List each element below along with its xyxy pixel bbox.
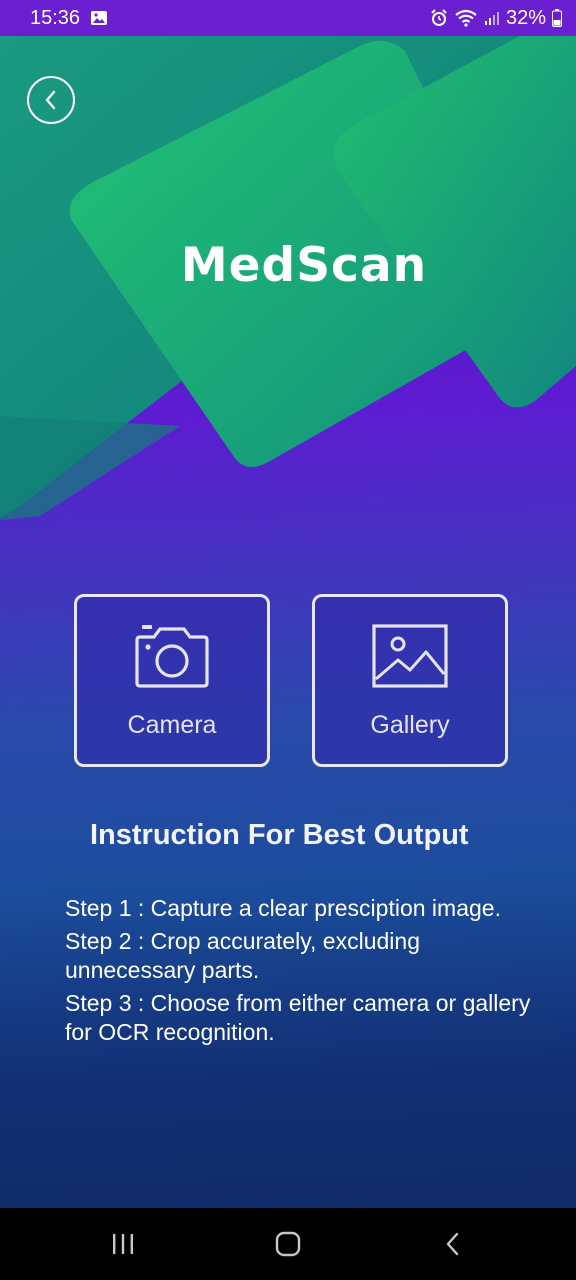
wifi-icon [454,9,478,27]
chevron-left-icon [42,89,60,111]
home-button[interactable] [258,1214,318,1274]
battery-icon [552,9,562,27]
gallery-button-label: Gallery [370,711,450,739]
instruction-title: Instruction For Best Output [90,819,469,851]
camera-icon [134,621,210,691]
gallery-button[interactable]: Gallery [312,594,508,767]
recent-apps-button[interactable] [93,1214,153,1274]
alarm-icon [430,9,448,27]
header-decoration [0,36,576,520]
camera-button[interactable]: Camera [74,594,270,767]
recent-apps-icon [110,1231,136,1257]
camera-button-label: Camera [127,711,217,739]
signal-icon [484,10,500,26]
step-1: Step 1 : Capture a clear presciption ima… [65,895,501,921]
battery-percentage: 32% [505,6,546,29]
nav-back-button[interactable] [423,1214,483,1274]
home-icon [274,1230,302,1258]
image-icon [372,621,448,691]
status-time: 15:36 [30,6,81,29]
step-3: Step 3 : Choose from either camera or ga… [65,990,531,1045]
navigation-bar [0,1208,576,1280]
step-2: Step 2 : Crop accurately, excluding unne… [65,928,420,983]
instruction-steps: Step 1 : Capture a clear presciption ima… [65,894,555,1051]
gallery-notification-icon [90,10,108,26]
status-bar: 15:36 32% [0,0,576,36]
back-icon [443,1230,463,1258]
app-background: MedScan Camera Gallery Instruction For B… [0,36,576,1208]
app-title: MedScan [180,238,428,293]
back-button[interactable] [27,76,75,124]
